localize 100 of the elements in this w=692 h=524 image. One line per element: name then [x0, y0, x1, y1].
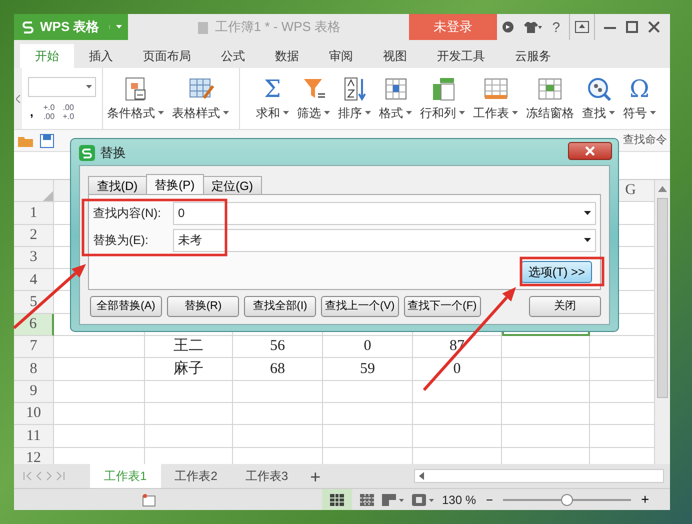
- grid-cell[interactable]: [502, 358, 590, 381]
- layout-icon[interactable]: [382, 494, 404, 506]
- ribbon-button[interactable]: 表格样式: [168, 68, 240, 129]
- ribbon-button[interactable]: 行和列: [416, 68, 469, 129]
- grid-cell[interactable]: [413, 380, 502, 403]
- grid-cell[interactable]: [502, 336, 590, 358]
- dialog-button[interactable]: 关闭: [529, 296, 601, 317]
- comma-style-button[interactable]: ,: [28, 102, 36, 120]
- folder-icon[interactable]: [18, 134, 34, 146]
- row-header[interactable]: 1: [14, 202, 54, 225]
- sheet-tab[interactable]: 工作表1: [90, 464, 161, 488]
- ribbon-button[interactable]: 筛选: [293, 68, 334, 129]
- dialog-button[interactable]: 替换(R): [167, 296, 239, 317]
- conditional-format-icon: [122, 76, 148, 102]
- row-header[interactable]: 12: [14, 448, 54, 464]
- grid-cell[interactable]: [145, 425, 233, 448]
- menu-tab[interactable]: 页面布局: [128, 44, 206, 68]
- column-header-label[interactable]: G: [625, 180, 636, 202]
- dialog-tab[interactable]: 定位(G): [202, 176, 262, 194]
- row-header[interactable]: 4: [14, 269, 54, 292]
- grid-cell[interactable]: [54, 358, 145, 381]
- menu-tab[interactable]: 审阅: [314, 44, 368, 68]
- circle-icon: [502, 21, 514, 33]
- row-header[interactable]: 2: [14, 224, 54, 247]
- dialog-button[interactable]: 查找上一个(V): [321, 296, 399, 317]
- grid-cell[interactable]: [54, 402, 145, 426]
- field-label: 替换为(E):: [93, 232, 150, 249]
- ribbon-button[interactable]: 格式: [375, 68, 416, 129]
- row-header[interactable]: 3: [14, 246, 54, 270]
- triangle-icon: [43, 191, 53, 202]
- dialog-button[interactable]: 查找全部(I): [244, 296, 316, 317]
- menu-tab[interactable]: 视图: [368, 44, 422, 68]
- menu-tab[interactable]: 插入: [74, 44, 128, 68]
- ribbon-button[interactable]: 冻结窗格: [522, 68, 578, 129]
- decimal-button[interactable]: +.0 .00: [43, 102, 55, 120]
- menu-tab[interactable]: 开始: [20, 44, 74, 68]
- grid-cell[interactable]: [502, 380, 590, 403]
- zoom-slider-thumb[interactable]: [561, 494, 574, 506]
- grid-cell[interactable]: [54, 425, 145, 448]
- freeze-icon: [537, 76, 563, 102]
- command-search-field[interactable]: 查找命令: [623, 132, 670, 149]
- zoom-in-button[interactable]: +: [639, 489, 652, 510]
- ribbon-button[interactable]: 排序: [334, 68, 375, 129]
- ribbon-scroll-button[interactable]: [14, 68, 22, 129]
- row-header[interactable]: 10: [14, 402, 54, 426]
- grid-cell[interactable]: [413, 402, 502, 426]
- menu-tab[interactable]: 数据: [260, 44, 314, 68]
- logo-icon: [20, 19, 36, 35]
- ribbon-button[interactable]: 查找: [578, 68, 619, 129]
- add-sheet-button[interactable]: +: [302, 464, 329, 488]
- scroll-left-icon[interactable]: [419, 472, 424, 480]
- menu-tab[interactable]: 开发工具: [422, 44, 500, 68]
- table-style-icon: [188, 76, 214, 102]
- grid-cell[interactable]: [323, 380, 413, 403]
- ribbon-button[interactable]: 条件格式: [103, 68, 168, 129]
- zoom-out-button[interactable]: −: [484, 490, 496, 508]
- dialog-button[interactable]: 查找下一个(F): [404, 296, 481, 317]
- scroll-up-icon[interactable]: [658, 186, 667, 192]
- page-break-icon[interactable]: [360, 494, 374, 506]
- format-icon: [382, 76, 408, 102]
- grid-cell[interactable]: [502, 425, 590, 448]
- menu-tab[interactable]: 云服务: [500, 44, 566, 68]
- menu-tab[interactable]: 公式: [206, 44, 260, 68]
- sheet-tab[interactable]: 工作表2: [160, 464, 232, 488]
- save-icon[interactable]: [40, 134, 54, 148]
- grid-cell[interactable]: [233, 402, 323, 426]
- close-button[interactable]: [568, 142, 612, 160]
- grid-cell[interactable]: [233, 425, 323, 448]
- grid-cell[interactable]: [54, 380, 145, 403]
- vertical-scrollbar[interactable]: [655, 180, 670, 464]
- field-label: 查找内容(N):: [93, 205, 162, 222]
- ribbon-button[interactable]: Σ 求和: [252, 68, 293, 129]
- help-button[interactable]: ?: [547, 14, 565, 40]
- horizontal-scrollbar[interactable]: [414, 469, 664, 483]
- grid-cell[interactable]: [323, 425, 413, 448]
- grid-cell[interactable]: [145, 402, 233, 426]
- ribbon-button[interactable]: Ω 符号: [619, 68, 660, 129]
- reading-icon[interactable]: [412, 494, 434, 506]
- grid-cell[interactable]: [233, 380, 323, 403]
- grid-cell[interactable]: [145, 380, 233, 403]
- sheet-icon[interactable]: [142, 492, 156, 506]
- dialog-tab[interactable]: 替换(P): [146, 174, 204, 194]
- grid-cell[interactable]: [413, 425, 502, 448]
- options-button[interactable]: 选项(T) >>: [521, 261, 592, 283]
- normal-view-button[interactable]: [322, 488, 352, 510]
- select-all-button[interactable]: [14, 180, 54, 202]
- row-header[interactable]: 8: [14, 358, 54, 381]
- dialog-tab[interactable]: 查找(D): [88, 176, 147, 194]
- row-header[interactable]: 9: [14, 380, 54, 403]
- dialog-button[interactable]: 全部替换(A): [90, 296, 162, 317]
- grid-cell[interactable]: [323, 402, 413, 426]
- row-header[interactable]: 11: [14, 425, 54, 448]
- sheet-tab[interactable]: 工作表3: [231, 464, 302, 488]
- font-size-dropdown[interactable]: [28, 76, 96, 96]
- row-header[interactable]: 7: [14, 336, 54, 358]
- decimal-button[interactable]: .00 +.0: [62, 102, 74, 120]
- ribbon-button[interactable]: 工作表: [469, 68, 522, 129]
- grid-cell[interactable]: [502, 402, 590, 426]
- grid-cell[interactable]: [54, 336, 145, 358]
- scrollbar-thumb[interactable]: [657, 198, 668, 398]
